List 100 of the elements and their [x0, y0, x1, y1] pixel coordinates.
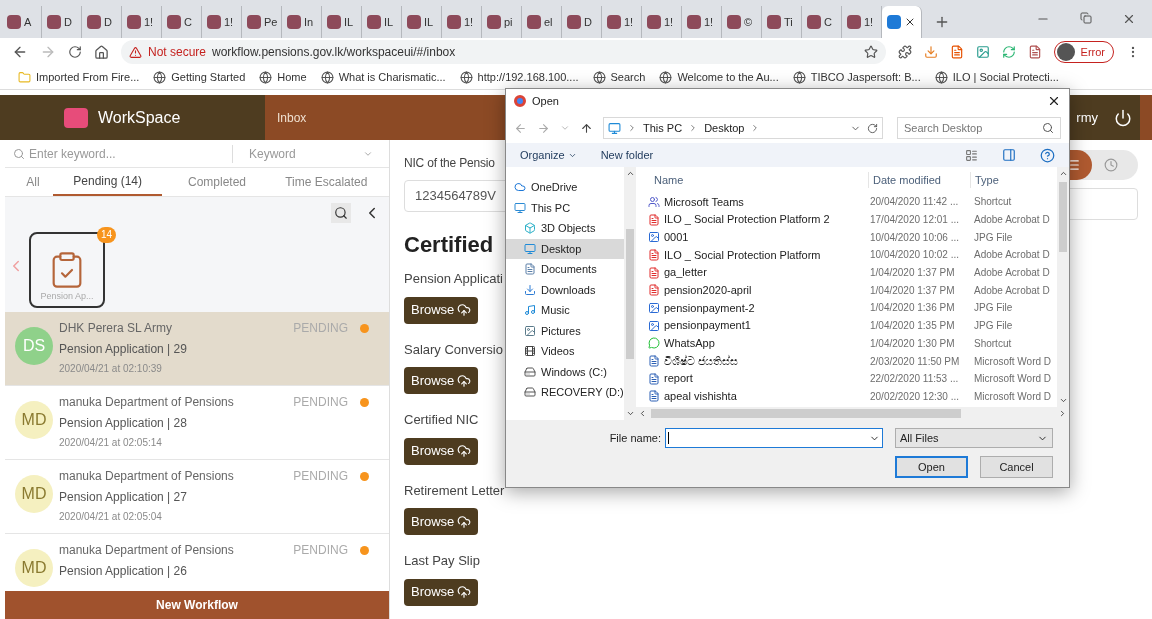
new-tab-icon[interactable]: [934, 14, 950, 30]
browser-tab[interactable]: 1!: [682, 6, 722, 38]
scroll-right-icon[interactable]: [1058, 409, 1067, 418]
file-row[interactable]: ILO _ Social Protection Platform 2 17/04/2020 12:01 ... Adobe Acrobat D: [648, 210, 1057, 229]
path-segment[interactable]: This PC: [643, 119, 683, 137]
browser-tab[interactable]: D: [82, 6, 122, 38]
bookmark-item[interactable]: Imported From Fire...: [18, 69, 140, 86]
browser-tab[interactable]: pi: [482, 6, 522, 38]
browser-tab[interactable]: Ti: [762, 6, 802, 38]
browser-tab[interactable]: 1!: [442, 6, 482, 38]
nav-item[interactable]: RECOVERY (D:): [506, 382, 624, 403]
help-icon[interactable]: [1040, 147, 1055, 163]
home-icon[interactable]: [94, 44, 109, 60]
browser-tab[interactable]: A: [2, 6, 42, 38]
view-icon[interactable]: [965, 148, 978, 162]
file-row[interactable]: විශිෂ්ට ජයතිස්ස 2/03/2020 11:50 PM Microsoft Word D: [648, 352, 1057, 370]
scroll-thumb[interactable]: [651, 409, 961, 418]
workflow-item[interactable]: DS DHK Perera SL Army PENDING Pension Application | 29 2020/04/21 at 02:10:39: [5, 312, 389, 386]
back-icon[interactable]: [12, 44, 28, 60]
browser-tab[interactable]: Pe: [242, 6, 282, 38]
nav-item[interactable]: Videos: [506, 341, 624, 362]
path-bar[interactable]: This PC Desktop: [603, 117, 883, 139]
preview-pane-icon[interactable]: [1002, 148, 1016, 162]
scroll-up-icon[interactable]: [1058, 169, 1068, 178]
reload-icon[interactable]: [68, 45, 82, 59]
browse-button[interactable]: Browse: [404, 578, 479, 606]
file-row[interactable]: Microsoft Teams 20/04/2020 11:42 ... Shortcut: [648, 193, 1057, 211]
nav-item[interactable]: Desktop: [506, 238, 624, 259]
address-bar[interactable]: Not secure workflow.pensions.gov.lk/workspaceui/#/inbox: [121, 40, 886, 64]
scroll-thumb[interactable]: [626, 228, 634, 359]
power-icon[interactable]: [1114, 108, 1132, 127]
file-row[interactable]: pensionpayment-2 1/04/2020 1:36 PM JPG File: [648, 299, 1057, 317]
extension-icon[interactable]: [897, 45, 912, 59]
browse-button[interactable]: Browse: [404, 437, 479, 465]
search-field[interactable]: Search Desktop: [897, 117, 1061, 139]
nav-item[interactable]: Downloads: [506, 279, 624, 300]
cancel-button[interactable]: Cancel: [980, 456, 1053, 478]
scroll-left-icon[interactable]: [638, 409, 647, 418]
file-row[interactable]: ga_letter 1/04/2020 1:37 PM Adobe Acrobat D: [648, 263, 1057, 282]
browser-tab[interactable]: C: [162, 6, 202, 38]
open-button[interactable]: Open: [895, 456, 968, 478]
file-row[interactable]: report 22/02/2020 11:53 ... Microsoft Word D: [648, 369, 1057, 388]
bookmark-item[interactable]: What is Charismatic...: [320, 69, 446, 86]
nav-item[interactable]: Pictures: [506, 320, 624, 341]
close-icon[interactable]: [1047, 94, 1061, 108]
up-icon[interactable]: [580, 121, 593, 135]
bookmark-item[interactable]: Welcome to the Au...: [659, 69, 779, 86]
file-row[interactable]: 0001 10/04/2020 10:06 ... JPG File: [648, 228, 1057, 247]
extension-icon[interactable]: [949, 45, 964, 59]
organize-menu[interactable]: Organize: [520, 146, 577, 164]
browse-button[interactable]: Browse: [404, 508, 479, 535]
browser-tab[interactable]: D: [562, 6, 602, 38]
browser-tab[interactable]: In: [282, 6, 322, 38]
browse-button[interactable]: Browse: [404, 296, 479, 324]
browser-tab[interactable]: 1!: [122, 6, 162, 38]
extension-icon[interactable]: [1027, 45, 1042, 59]
bookmark-item[interactable]: Home: [259, 69, 307, 86]
browser-tab[interactable]: 1!: [202, 6, 242, 38]
new-folder-button[interactable]: New folder: [600, 146, 654, 164]
filter-tab[interactable]: Completed: [162, 168, 272, 196]
bookmark-item[interactable]: ILO | Social Protecti...: [934, 69, 1059, 86]
search-button[interactable]: [331, 203, 351, 223]
bookmark-item[interactable]: TIBCO Jaspersoft: B...: [792, 69, 921, 86]
file-type-dropdown[interactable]: All Files: [895, 428, 1053, 448]
file-row[interactable]: WhatsApp 1/04/2020 1:30 PM Shortcut: [648, 334, 1057, 353]
close-icon[interactable]: [904, 16, 916, 28]
file-row[interactable]: pensionpayment1 1/04/2020 1:35 PM JPG File: [648, 316, 1057, 335]
bookmark-star-icon[interactable]: [863, 45, 878, 59]
file-name-field[interactable]: [665, 428, 883, 448]
browse-button[interactable]: Browse: [404, 367, 479, 394]
nav-item[interactable]: Documents: [506, 259, 624, 280]
nav-inbox[interactable]: Inbox: [277, 108, 307, 127]
browser-tab[interactable]: IL: [322, 6, 362, 38]
refresh-icon[interactable]: [867, 122, 878, 134]
new-workflow-button[interactable]: New Workflow: [5, 591, 389, 619]
scroll-down-icon[interactable]: [1058, 396, 1068, 405]
file-row[interactable]: pension2020-april 1/04/2020 1:37 PM Adobe Acrobat D: [648, 281, 1057, 300]
browser-tab[interactable]: el: [522, 6, 562, 38]
browser-tab[interactable]: C: [802, 6, 842, 38]
scroll-thumb[interactable]: [1059, 182, 1067, 252]
browser-tab[interactable]: D: [42, 6, 82, 38]
bookmark-item[interactable]: Search: [592, 69, 646, 86]
filter-tab[interactable]: All: [13, 168, 53, 196]
browser-tab[interactable]: IL: [362, 6, 402, 38]
scroll-up-icon[interactable]: [625, 169, 635, 178]
browser-tab[interactable]: 1!: [642, 6, 682, 38]
bookmark-item[interactable]: http://192.168.100....: [459, 69, 579, 86]
nav-item[interactable]: 3D Objects: [506, 218, 624, 239]
bookmark-item[interactable]: Getting Started: [153, 69, 246, 86]
browser-tab[interactable]: IL: [402, 6, 442, 38]
column-header[interactable]: Date modified: [868, 171, 970, 189]
column-header[interactable]: Name: [648, 171, 868, 189]
scroll-down-icon[interactable]: [625, 409, 635, 418]
nav-item[interactable]: Music: [506, 300, 624, 321]
file-row[interactable]: apeal vishishta 20/02/2020 12:30 ... Microsoft Word D: [648, 387, 1057, 406]
browser-tab[interactable]: [882, 6, 922, 38]
nav-item[interactable]: Windows (C:): [506, 361, 624, 382]
download-icon[interactable]: [923, 45, 938, 59]
restore-icon[interactable]: [1080, 12, 1092, 24]
filter-tab[interactable]: Time Escalated: [271, 168, 381, 196]
